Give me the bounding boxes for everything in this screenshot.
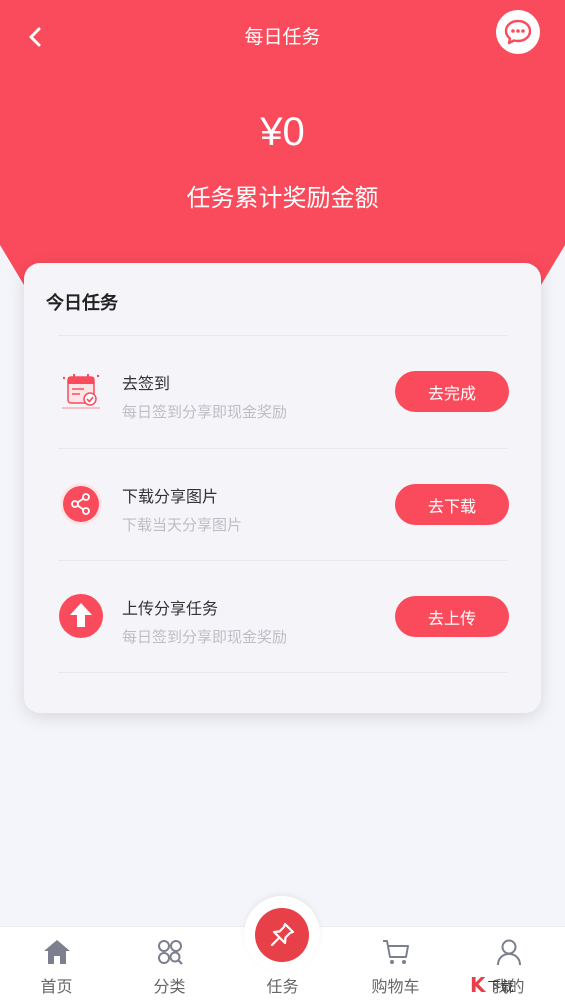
calendar-check-icon <box>58 368 104 414</box>
task-item-download: 下载分享图片 下载当天分享图片 去下载 <box>58 449 509 561</box>
upload-arrow-icon <box>58 593 104 639</box>
daily-task-card: 今日任务 去签到 每日签到分享即现金奖励 去完成 下载分享图片 下载当天分享图片… <box>24 263 541 713</box>
home-icon <box>43 940 70 964</box>
chat-bubble-icon <box>504 19 532 45</box>
divider <box>58 672 508 673</box>
upload-button[interactable]: 去上传 <box>395 596 509 637</box>
tab-category[interactable]: 分类 <box>113 927 226 1004</box>
share-icon <box>58 481 104 527</box>
task-description: 下载当天分享图片 <box>122 516 243 534</box>
task-tab-button[interactable] <box>255 908 309 962</box>
tab-home[interactable]: 首页 <box>0 927 113 1004</box>
task-item-signin: 去签到 每日签到分享即现金奖励 去完成 <box>58 336 509 448</box>
user-icon <box>496 939 521 966</box>
watermark-logo: K 下载 <box>470 970 562 1000</box>
reward-amount-label: 任务累计奖励金额 <box>186 184 379 212</box>
reward-amount: ¥0 <box>260 110 305 154</box>
tab-label: 分类 <box>153 977 186 996</box>
task-description: 每日签到分享即现金奖励 <box>122 628 288 646</box>
cart-icon <box>382 940 409 964</box>
tab-label: 首页 <box>40 977 73 996</box>
task-name: 上传分享任务 <box>122 599 219 618</box>
task-name: 下载分享图片 <box>122 487 219 506</box>
watermark-k-icon: K <box>470 973 486 997</box>
task-description: 每日签到分享即现金奖励 <box>122 403 288 421</box>
tab-label: 购物车 <box>371 977 420 996</box>
tab-label: 任务 <box>266 977 299 996</box>
message-button[interactable] <box>496 10 540 54</box>
watermark-text: 下载 <box>487 979 514 995</box>
task-name: 去签到 <box>122 374 171 393</box>
page-title: 每日任务 <box>244 26 321 48</box>
task-item-upload: 上传分享任务 每日签到分享即现金奖励 去上传 <box>58 561 509 673</box>
download-button[interactable]: 去下载 <box>395 484 509 525</box>
tab-cart[interactable]: 购物车 <box>339 927 452 1004</box>
complete-signin-button[interactable]: 去完成 <box>395 371 509 412</box>
pin-icon <box>270 922 295 947</box>
card-title: 今日任务 <box>46 293 118 314</box>
category-icon <box>157 940 183 965</box>
